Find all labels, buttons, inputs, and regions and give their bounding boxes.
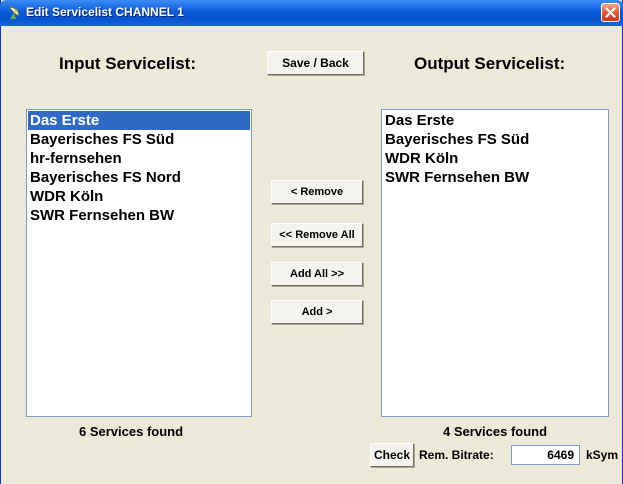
list-item[interactable]: SWR Fernsehen BW [383,168,607,187]
list-item[interactable]: WDR Köln [28,187,250,206]
input-servicelist-listbox[interactable]: Das Erste Bayerisches FS Süd hr-fernsehe… [26,109,252,417]
satellite-dish-icon [6,5,22,21]
rem-bitrate-field: 6469 [511,445,580,465]
bitrate-unit: kSym [586,448,619,462]
check-button[interactable]: Check [370,443,414,467]
list-item[interactable]: Bayerisches FS Nord [28,168,250,187]
list-item[interactable]: Das Erste [28,111,250,130]
input-services-count: 6 Services found [79,424,184,439]
list-item[interactable]: hr-fernsehen [28,149,250,168]
title-bar[interactable]: Edit Servicelist CHANNEL 1 [0,0,623,26]
list-item[interactable]: WDR Köln [383,149,607,168]
list-item[interactable]: SWR Fernsehen BW [28,206,250,225]
list-item[interactable]: Das Erste [383,111,607,130]
edit-servicelist-window: Edit Servicelist CHANNEL 1 Input Service… [0,0,623,484]
output-servicelist-heading: Output Servicelist: [414,54,566,73]
output-servicelist-listbox[interactable]: Das Erste Bayerisches FS Süd WDR Köln SW… [381,109,609,417]
close-button[interactable] [601,3,620,22]
output-services-count: 4 Services found [443,424,548,439]
close-icon [605,7,616,18]
list-item[interactable]: Bayerisches FS Süd [28,130,250,149]
input-servicelist-heading: Input Servicelist: [59,54,196,73]
add-all-button[interactable]: Add All >> [271,262,363,286]
list-item[interactable]: Bayerisches FS Süd [383,130,607,149]
save-back-button[interactable]: Save / Back [267,51,364,75]
window-title: Edit Servicelist CHANNEL 1 [26,5,184,19]
remove-all-button[interactable]: << Remove All [271,223,363,247]
add-button[interactable]: Add > [271,300,363,324]
rem-bitrate-label: Rem. Bitrate: [419,448,494,462]
remove-button[interactable]: < Remove [271,180,363,204]
